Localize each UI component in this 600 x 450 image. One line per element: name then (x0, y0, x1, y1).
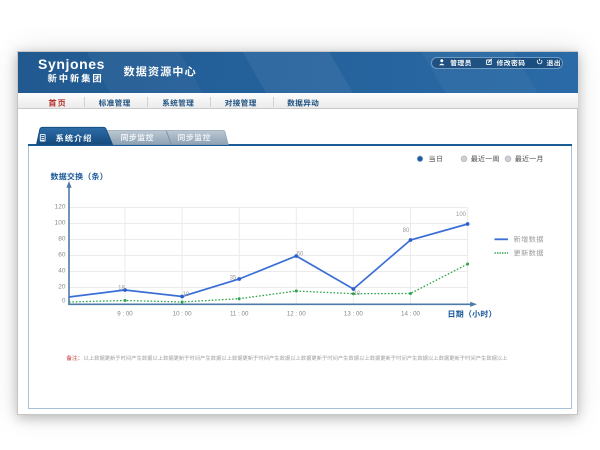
svg-text:80: 80 (403, 228, 410, 234)
svg-text:10: 10 (183, 292, 190, 298)
svg-text:18: 18 (118, 285, 125, 291)
svg-text:20: 20 (58, 283, 66, 290)
svg-text:14 : 00: 14 : 00 (401, 311, 420, 318)
svg-text:11 : 00: 11 : 00 (230, 311, 249, 318)
svg-text:60: 60 (58, 251, 66, 258)
svg-text:0: 0 (62, 298, 66, 305)
svg-text:80: 80 (58, 235, 66, 242)
svg-text:100: 100 (55, 219, 66, 226)
svg-text:100: 100 (456, 212, 467, 218)
svg-text:120: 120 (55, 203, 66, 210)
svg-text:40: 40 (58, 267, 66, 274)
svg-text:35: 35 (230, 275, 237, 281)
svg-text:13 : 00: 13 : 00 (344, 311, 363, 318)
svg-text:10: 10 (354, 291, 361, 297)
svg-text:9 : 00: 9 : 00 (117, 311, 133, 318)
svg-text:60: 60 (297, 252, 304, 258)
svg-text:12 : 00: 12 : 00 (287, 311, 306, 318)
svg-text:10 : 00: 10 : 00 (173, 311, 192, 318)
